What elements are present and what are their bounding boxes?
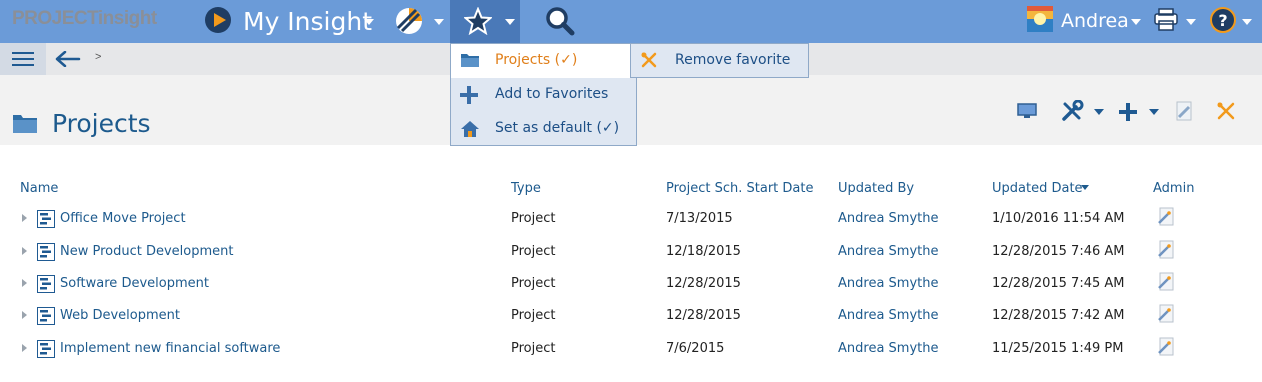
hamburger-menu-icon xyxy=(12,52,34,66)
chevron-down-icon[interactable] xyxy=(1149,109,1159,115)
monitor-icon[interactable] xyxy=(1017,103,1037,119)
chevron-down-icon[interactable] xyxy=(434,19,444,25)
project-schedule-icon xyxy=(37,307,55,325)
chevron-down-icon[interactable] xyxy=(1242,19,1252,25)
home-icon xyxy=(461,121,479,137)
remove-favorite-menu-item[interactable]: Remove favorite xyxy=(631,44,808,77)
project-schedule-icon xyxy=(37,275,55,293)
user-avatar[interactable] xyxy=(1027,6,1053,32)
expand-row-icon[interactable] xyxy=(22,247,27,255)
project-name-link[interactable]: Software Development xyxy=(60,276,209,291)
tools-icon[interactable] xyxy=(1061,100,1085,122)
favorites-menu-item-projects[interactable]: Projects (✓) xyxy=(451,44,636,78)
edit-page-icon[interactable] xyxy=(1173,100,1195,122)
favorites-submenu: Remove favorite xyxy=(630,43,809,78)
chevron-down-icon[interactable] xyxy=(1186,19,1196,25)
updated-by-link[interactable]: Andrea Smythe xyxy=(838,211,938,226)
project-name-link[interactable]: Web Development xyxy=(60,308,180,323)
project-type: Project xyxy=(511,211,556,226)
project-start-date: 12/28/2015 xyxy=(666,308,741,323)
project-schedule-icon xyxy=(37,243,55,261)
sort-descending-icon[interactable] xyxy=(1081,185,1089,190)
updated-by-link[interactable]: Andrea Smythe xyxy=(838,308,938,323)
breadcrumb: > xyxy=(95,51,102,63)
project-start-date: 12/18/2015 xyxy=(666,244,741,259)
chevron-down-icon xyxy=(505,19,515,25)
chevron-down-icon[interactable] xyxy=(364,19,374,25)
star-icon xyxy=(464,7,492,35)
remove-favorite-icon[interactable] xyxy=(1215,100,1237,122)
expand-row-icon[interactable] xyxy=(22,214,27,222)
menu-item-label: Remove favorite xyxy=(675,52,791,68)
project-type: Project xyxy=(511,341,556,356)
updated-by-link[interactable]: Andrea Smythe xyxy=(838,276,938,291)
play-circle-icon[interactable] xyxy=(204,6,232,34)
favorites-menu-button[interactable] xyxy=(450,0,520,43)
project-start-date: 7/6/2015 xyxy=(666,341,725,356)
chevron-down-icon[interactable] xyxy=(1094,109,1104,115)
updated-date: 12/28/2015 7:42 AM xyxy=(992,308,1125,323)
portfolio-icon[interactable] xyxy=(394,6,424,36)
folder-icon xyxy=(13,115,37,133)
favorites-dropdown-menu: Projects (✓) Add to Favorites Set as def… xyxy=(450,43,637,146)
updated-date: 11/25/2015 1:49 PM xyxy=(992,341,1124,356)
project-type: Project xyxy=(511,276,556,291)
page-title: Projects xyxy=(52,109,151,138)
project-name-link[interactable]: Office Move Project xyxy=(60,211,186,226)
project-name-link[interactable]: Implement new financial software xyxy=(60,341,280,356)
search-icon[interactable] xyxy=(544,5,576,37)
updated-by-link[interactable]: Andrea Smythe xyxy=(838,244,938,259)
updated-date: 12/28/2015 7:45 AM xyxy=(992,276,1125,291)
column-header-start-date[interactable]: Project Sch. Start Date xyxy=(666,181,813,196)
menu-item-label: Projects (✓) xyxy=(495,52,578,68)
project-start-date: 7/13/2015 xyxy=(666,211,733,226)
edit-admin-icon[interactable] xyxy=(1156,272,1176,292)
column-header-updated-by[interactable]: Updated By xyxy=(838,181,914,196)
project-name-link[interactable]: New Product Development xyxy=(60,244,234,259)
menu-item-label: Set as default (✓) xyxy=(495,120,620,136)
project-schedule-icon xyxy=(37,340,55,358)
expand-row-icon[interactable] xyxy=(22,279,27,287)
favorites-menu-item-set-default[interactable]: Set as default (✓) xyxy=(451,112,636,146)
updated-date: 12/28/2015 7:46 AM xyxy=(992,244,1125,259)
chevron-down-icon[interactable] xyxy=(1131,19,1141,25)
help-icon[interactable]: ? xyxy=(1209,6,1237,34)
column-header-name[interactable]: Name xyxy=(20,181,58,196)
product-logo[interactable]: PROJECTinsight xyxy=(12,8,157,30)
column-header-admin: Admin xyxy=(1153,181,1195,196)
plus-icon xyxy=(460,86,478,104)
user-name[interactable]: Andrea xyxy=(1061,10,1129,32)
favorites-menu-item-add[interactable]: Add to Favorites xyxy=(451,78,636,112)
project-start-date: 12/28/2015 xyxy=(666,276,741,291)
updated-date: 1/10/2016 11:54 AM xyxy=(992,211,1125,226)
expand-row-icon[interactable] xyxy=(22,311,27,319)
folder-icon xyxy=(461,54,479,67)
edit-admin-icon[interactable] xyxy=(1156,337,1176,357)
top-navigation-bar: PROJECTinsight My Insight Andrea ? xyxy=(0,0,1262,43)
expand-row-icon[interactable] xyxy=(22,344,27,352)
add-icon[interactable] xyxy=(1118,102,1138,122)
project-schedule-icon xyxy=(37,210,55,228)
edit-admin-icon[interactable] xyxy=(1156,207,1176,227)
svg-text:?: ? xyxy=(1218,11,1227,30)
column-header-type[interactable]: Type xyxy=(511,181,541,196)
project-type: Project xyxy=(511,308,556,323)
menu-toggle-button[interactable] xyxy=(0,43,46,75)
edit-admin-icon[interactable] xyxy=(1156,304,1176,324)
remove-favorite-icon xyxy=(641,52,657,68)
app-switcher-title[interactable]: My Insight xyxy=(243,7,372,36)
updated-by-link[interactable]: Andrea Smythe xyxy=(838,341,938,356)
project-type: Project xyxy=(511,244,556,259)
menu-item-label: Add to Favorites xyxy=(495,86,609,102)
column-header-updated-date[interactable]: Updated Date xyxy=(992,181,1083,196)
edit-admin-icon[interactable] xyxy=(1156,240,1176,260)
back-arrow-icon[interactable] xyxy=(55,51,81,67)
printer-icon[interactable] xyxy=(1153,8,1179,32)
